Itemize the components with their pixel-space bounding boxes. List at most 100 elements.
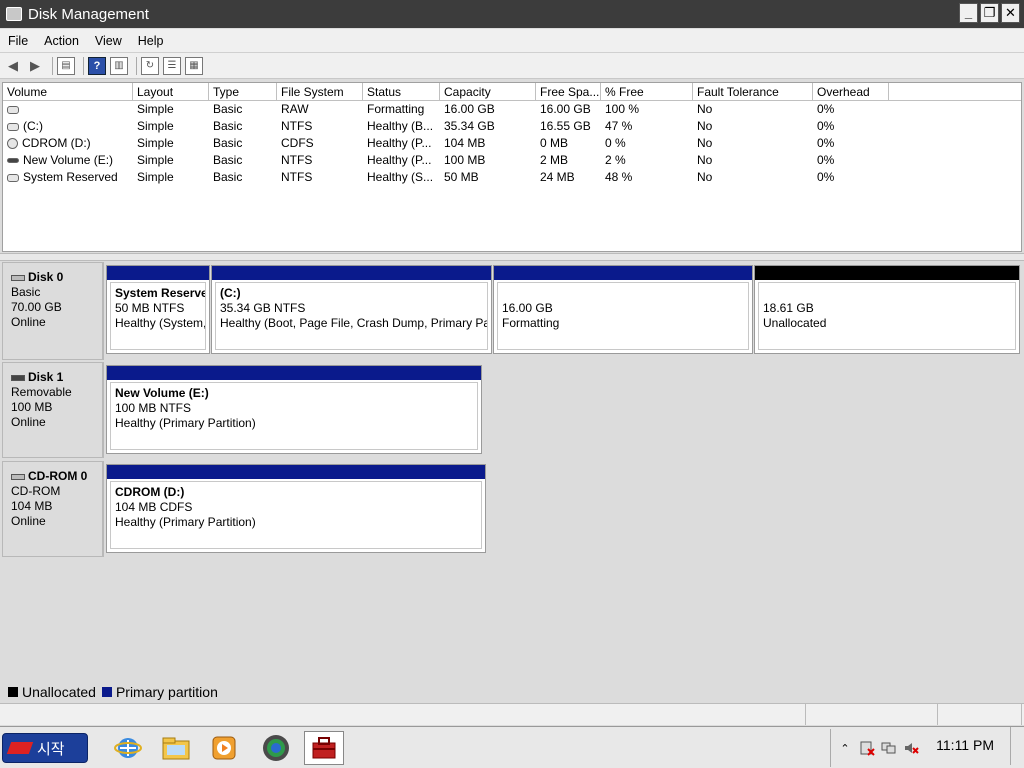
capacity-cell: 100 MB [444,153,486,167]
free-space-cell: 0 MB [540,136,569,150]
column-header-volume[interactable]: Volume [3,83,133,100]
disk-info[interactable]: CD-ROM 0 CD-ROM 104 MB Online [2,461,104,557]
type-cell: Basic [213,170,243,184]
properties-icon[interactable]: ☰ [163,56,181,75]
column-header-layout[interactable]: Layout [133,83,209,100]
disk-name: Disk 1 [28,370,64,384]
partition-size: 50 MB NTFS [115,301,185,315]
overhead-cell: 0% [817,119,835,133]
toolbar-separator [136,56,137,75]
system-tray: ⌃ [830,729,1024,767]
menu-file[interactable]: File [0,34,36,48]
disk-info[interactable]: Disk 0 Basic 70.00 GB Online [2,262,104,360]
refresh-icon[interactable]: ↻ [141,56,159,75]
disk-icon [7,105,19,114]
forward-arrow-icon[interactable]: ▶ [26,57,44,75]
table-row[interactable]: CDROM (D:) Simple Basic CDFS Healthy (P.… [3,135,1021,152]
browser-taskbar-button[interactable] [256,731,296,765]
clock[interactable]: 11:11 PM [936,737,994,753]
disk-row: CD-ROM 0 CD-ROM 104 MB Online CDROM (D:)… [2,461,1020,557]
internet-explorer-taskbar-button[interactable] [108,731,148,765]
volume-name: New Volume (E:) [23,153,114,167]
partition-formatting[interactable]: 16.00 GB Formatting [493,265,753,354]
status-pane [938,704,1022,725]
column-header-free-space[interactable]: Free Spa... [536,83,601,100]
partition-new-volume-e[interactable]: New Volume (E:) 100 MB NTFS Healthy (Pri… [106,365,482,454]
action-center-icon[interactable] [859,740,875,756]
column-header-capacity[interactable]: Capacity [440,83,536,100]
disk-name: Disk 0 [28,270,64,284]
show-hide-action-pane-icon[interactable]: ▥ [110,56,128,75]
disk-size: 104 MB [11,499,53,513]
show-desktop-button[interactable] [1010,727,1024,765]
disk-management-icon [6,7,22,21]
menu-help[interactable]: Help [130,34,172,48]
close-button[interactable]: ✕ [1001,3,1020,23]
fault-tolerance-cell: No [697,102,713,116]
disk-management-taskbar-button[interactable] [304,731,344,765]
percent-free-cell: 48 % [605,170,633,184]
table-row[interactable]: New Volume (E:) Simple Basic NTFS Health… [3,152,1021,169]
disk-state: Online [11,415,46,429]
table-row[interactable]: (C:) Simple Basic NTFS Healthy (B... 35.… [3,118,1021,135]
column-header-file-system[interactable]: File System [277,83,363,100]
back-arrow-icon[interactable]: ◀ [4,57,22,75]
disk-icon [7,173,19,182]
show-hide-console-tree-icon[interactable]: ▤ [57,56,75,75]
free-space-cell: 2 MB [540,153,569,167]
restore-button[interactable]: ❐ [980,3,999,23]
column-header-percent-free[interactable]: % Free [601,83,693,100]
help-icon[interactable]: ? [88,56,106,75]
cdrom-icon [11,473,25,480]
table-row[interactable]: System Reserved Simple Basic NTFS Health… [3,169,1021,186]
capacity-cell: 104 MB [444,136,486,150]
minimize-button[interactable]: _ [959,3,978,23]
partition-status: Healthy (Primary Partition) [115,515,256,529]
partition-unallocated[interactable]: 18.61 GB Unallocated [754,265,1020,354]
media-player-taskbar-button[interactable] [204,731,244,765]
explorer-taskbar-button[interactable] [156,731,196,765]
overhead-cell: 0% [817,170,835,184]
rescan-disks-icon[interactable]: ▦ [185,56,203,75]
partition-cdrom-d[interactable]: CDROM (D:) 104 MB CDFS Healthy (Primary … [106,464,486,553]
partition-title: (C:) [220,286,241,300]
layout-cell: Simple [137,119,174,133]
layout-cell: Simple [137,170,174,184]
window-controls: _ ❐ ✕ [959,3,1020,23]
partition-title: System Reserve [115,286,206,300]
menu-action[interactable]: Action [36,34,87,48]
disk-graphical-view: Disk 0 Basic 70.00 GB Online System Rese… [2,262,1022,682]
column-header-fault-tolerance[interactable]: Fault Tolerance [693,83,813,100]
fault-tolerance-cell: No [697,153,713,167]
overhead-cell: 0% [817,102,835,116]
partition-title [763,286,1011,301]
partition-c[interactable]: (C:) 35.34 GB NTFS Healthy (Boot, Page F… [211,265,492,354]
table-row[interactable]: Simple Basic RAW Formatting 16.00 GB 16.… [3,101,1021,118]
toolbar: ◀ ▶ ▤ ? ▥ ↻ ☰ ▦ [0,53,1024,79]
menu-view[interactable]: View [87,34,130,48]
volume-muted-icon[interactable] [903,740,919,756]
fault-tolerance-cell: No [697,136,713,150]
partition-system-reserved[interactable]: System Reserve 50 MB NTFS Healthy (Syste… [106,265,210,354]
show-hidden-icons-icon[interactable]: ⌃ [837,740,853,756]
volume-list-header: Volume Layout Type File System Status Ca… [3,83,1021,101]
file-system-cell: RAW [281,102,309,116]
partition-status: Formatting [502,316,560,330]
column-header-status[interactable]: Status [363,83,440,100]
unallocated-swatch [8,687,18,697]
network-icon[interactable] [881,740,897,756]
overhead-cell: 0% [817,136,835,150]
column-header-type[interactable]: Type [209,83,277,100]
menu-bar: File Action View Help [0,29,1024,53]
disk-row: Disk 1 Removable 100 MB Online New Volum… [2,362,1020,458]
disk-info[interactable]: Disk 1 Removable 100 MB Online [2,362,104,458]
column-header-overhead[interactable]: Overhead [813,83,889,100]
partition-status: Healthy (Primary Partition) [115,416,256,430]
pane-splitter[interactable] [0,253,1024,261]
start-button[interactable]: 시작 [2,733,88,763]
removable-disk-icon [11,374,25,381]
overhead-cell: 0% [817,153,835,167]
partition-title [502,286,744,301]
primary-partition-bar [107,366,481,380]
file-system-cell: NTFS [281,153,313,167]
